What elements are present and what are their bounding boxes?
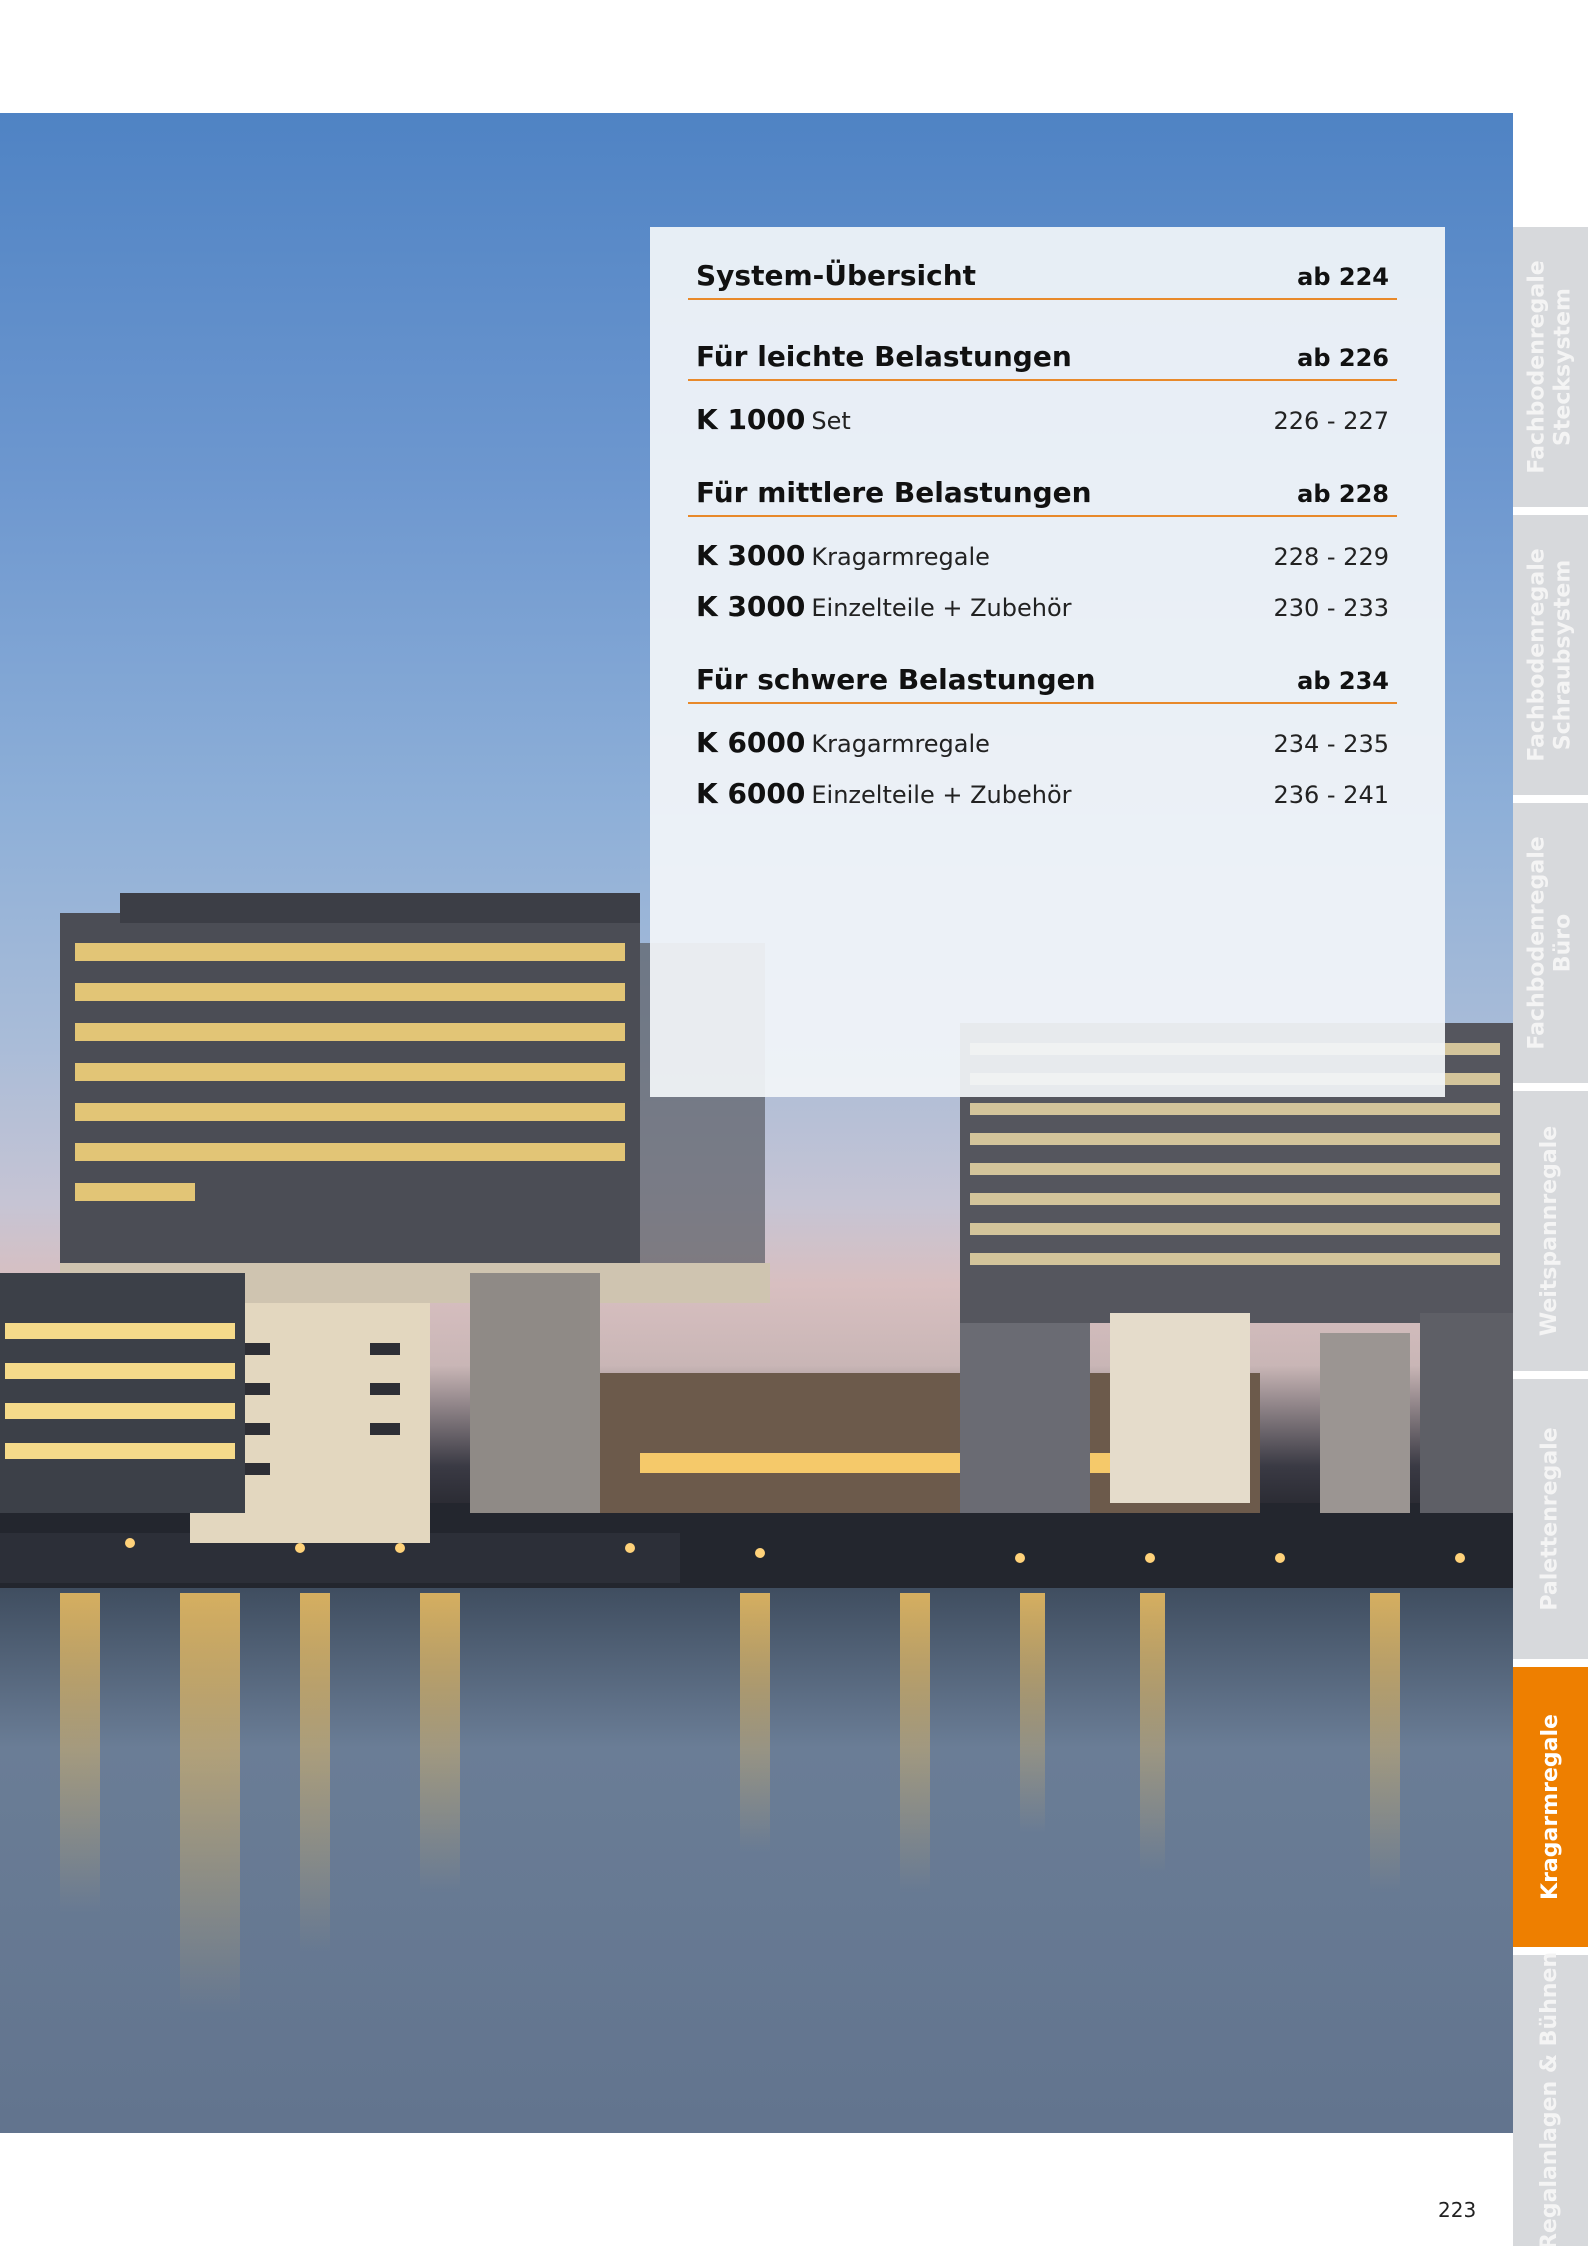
- toc-entry[interactable]: K 1000 Set 226 - 227: [696, 403, 1397, 436]
- toc-entry[interactable]: K 6000 Einzelteile + Zubehör 236 - 241: [696, 777, 1397, 810]
- tab-fachbodenregale-schraubsystem[interactable]: Fachbodenregale Schraubsystem: [1513, 515, 1588, 799]
- toc-section-title: Für schwere Belastungen: [696, 663, 1096, 696]
- toc-section-title: System-Übersicht: [696, 259, 977, 292]
- toc-entry-desc: Kragarmregale: [811, 730, 990, 758]
- tab-fachbodenregale-stecksystem[interactable]: Fachbodenregale Stecksystem: [1513, 227, 1588, 511]
- toc-section-page: ab 226: [1297, 344, 1389, 372]
- toc-entry-code: K 3000: [696, 590, 806, 623]
- chapter-tabs: Fachbodenregale Stecksystem Fachbodenrega…: [1513, 227, 1588, 2246]
- toc-entry[interactable]: K 6000 Kragarmregale 234 - 235: [696, 726, 1397, 759]
- tab-weitspannregale[interactable]: Weitspannregale: [1513, 1091, 1588, 1375]
- toc-entry-pages: 234 - 235: [1273, 730, 1389, 758]
- toc-section: Für schwere Belastungen ab 234 K 6000 Kra…: [688, 663, 1397, 810]
- toc-entry-desc: Set: [811, 407, 851, 435]
- toc-entry-code: K 6000: [696, 726, 806, 759]
- toc-entry-desc: Einzelteile + Zubehör: [811, 781, 1072, 809]
- toc-entry-pages: 236 - 241: [1273, 781, 1389, 809]
- tab-label: Fachbodenregale Büro: [1524, 836, 1576, 1050]
- toc-entry[interactable]: K 3000 Einzelteile + Zubehör 230 - 233: [696, 590, 1397, 623]
- toc-entry-pages: 230 - 233: [1273, 594, 1389, 622]
- page-number: 223: [1438, 2198, 1477, 2222]
- tab-fachbodenregale-buero[interactable]: Fachbodenregale Büro: [1513, 803, 1588, 1087]
- tab-palettenregale[interactable]: Palettenregale: [1513, 1379, 1588, 1663]
- toc-entry[interactable]: K 3000 Kragarmregale 228 - 229: [696, 539, 1397, 572]
- tab-label: Fachbodenregale Schraubsystem: [1524, 548, 1576, 762]
- toc-entry-desc: Einzelteile + Zubehör: [811, 594, 1072, 622]
- tab-label: Kragarmregale: [1537, 1714, 1563, 1900]
- toc-entry-code: K 3000: [696, 539, 806, 572]
- toc-section-header[interactable]: System-Übersicht ab 224: [688, 259, 1397, 300]
- tab-label: Regalanlagen & Bühnen: [1537, 1951, 1563, 2246]
- toc-entry-desc: Kragarmregale: [811, 543, 990, 571]
- tab-kragarmregale[interactable]: Kragarmregale: [1513, 1667, 1588, 1951]
- tab-label: Weitspannregale: [1537, 1125, 1563, 1337]
- toc-entry-code: K 1000: [696, 403, 806, 436]
- tab-label: Fachbodenregale Stecksystem: [1524, 260, 1576, 474]
- toc-section-header[interactable]: Für mittlere Belastungen ab 228: [688, 476, 1397, 517]
- toc-section: Für mittlere Belastungen ab 228 K 3000 Kr…: [688, 476, 1397, 623]
- toc-section-title: Für leichte Belastungen: [696, 340, 1072, 373]
- toc-section-page: ab 224: [1297, 263, 1389, 291]
- toc-section: Für leichte Belastungen ab 226 K 1000 Set…: [688, 340, 1397, 436]
- toc-entry-code: K 6000: [696, 777, 806, 810]
- toc-entry-pages: 226 - 227: [1273, 407, 1389, 435]
- toc-entry-pages: 228 - 229: [1273, 543, 1389, 571]
- toc-section-page: ab 234: [1297, 667, 1389, 695]
- tab-regalanlagen-buehnen[interactable]: Regalanlagen & Bühnen: [1513, 1951, 1588, 2246]
- toc-section: System-Übersicht ab 224: [688, 259, 1397, 300]
- tab-label: Palettenregale: [1537, 1427, 1563, 1611]
- table-of-contents: System-Übersicht ab 224 Für leichte Bela…: [650, 227, 1445, 1097]
- toc-section-title: Für mittlere Belastungen: [696, 476, 1092, 509]
- toc-section-header[interactable]: Für leichte Belastungen ab 226: [688, 340, 1397, 381]
- toc-section-header[interactable]: Für schwere Belastungen ab 234: [688, 663, 1397, 704]
- toc-section-page: ab 228: [1297, 480, 1389, 508]
